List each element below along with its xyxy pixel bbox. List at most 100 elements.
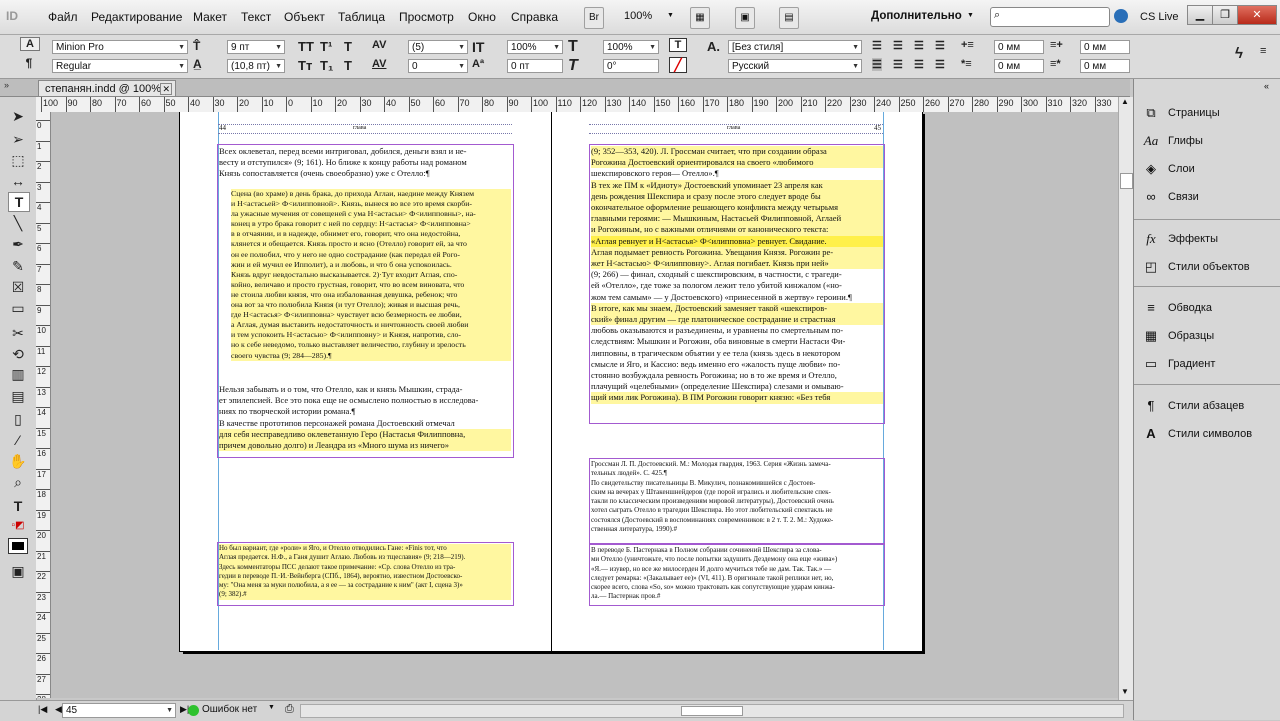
cs-live-label[interactable]: CS Live bbox=[1140, 11, 1179, 23]
panel-swatches[interactable]: ▦ Образцы bbox=[1140, 325, 1278, 347]
menu-edit[interactable]: Редактирование bbox=[91, 10, 182, 24]
panel-paragraph-styles[interactable]: ¶ Стили абзацев bbox=[1140, 395, 1278, 417]
vertical-scale-field[interactable]: 100% bbox=[507, 40, 563, 54]
pasteboard[interactable]: 44 глава глава 45 Всех оклеветал, перед … bbox=[51, 112, 1118, 698]
baseline-shift-field[interactable]: 0 пт bbox=[507, 59, 563, 73]
line-tool-icon[interactable]: ╲ bbox=[8, 214, 28, 232]
free-transform-tool-icon[interactable]: ⟲ bbox=[8, 345, 28, 363]
left-quote-block[interactable]: Сцена (во храме) в день брака, до приход… bbox=[231, 189, 511, 361]
underline-button[interactable]: T bbox=[344, 39, 352, 54]
note-tool-icon[interactable]: ▯ bbox=[8, 410, 28, 428]
align-right-icon[interactable]: ☰ bbox=[914, 39, 924, 52]
vertical-ruler[interactable]: 0 1 2 3 4 5 6 7 8 9 10 11 12 13 14 15 16 17 18 19 20 21 22 23 24… bbox=[36, 112, 51, 698]
view-options-icon[interactable]: ▦ bbox=[690, 7, 710, 29]
hand-tool-icon[interactable]: ✋ bbox=[8, 452, 28, 470]
zoom-dropdown-icon[interactable]: ▼ bbox=[667, 12, 674, 19]
subscript-button[interactable]: T₁ bbox=[320, 58, 333, 73]
preview-mode-icon[interactable]: ▣ bbox=[8, 562, 28, 580]
right-indent-field[interactable]: 0 мм bbox=[1080, 40, 1130, 54]
zoom-tool-icon[interactable]: ⌕ bbox=[8, 473, 28, 491]
last-line-indent-field[interactable]: 0 мм bbox=[1080, 59, 1130, 73]
panel-gradient[interactable]: ▭ Градиент bbox=[1140, 353, 1278, 375]
rectangle-tool-icon[interactable]: ▭ bbox=[8, 299, 28, 317]
panel-pages[interactable]: ⧉ Страницы bbox=[1140, 102, 1278, 124]
collapse-tools-icon[interactable]: » bbox=[4, 80, 9, 90]
first-line-indent-field[interactable]: 0 мм bbox=[994, 59, 1044, 73]
preflight-status-text[interactable]: Ошибок нет bbox=[202, 704, 257, 715]
fill-stroke-icon[interactable]: T bbox=[8, 497, 28, 515]
character-style-field[interactable]: [Без стиля] bbox=[728, 40, 862, 54]
type-tool-icon[interactable]: T bbox=[8, 192, 30, 212]
menu-file[interactable]: Файл bbox=[48, 10, 78, 24]
all-caps-button[interactable]: TT bbox=[298, 39, 314, 54]
menu-table[interactable]: Таблица bbox=[338, 10, 385, 24]
justify-center-icon[interactable]: ☰ bbox=[893, 58, 903, 71]
scroll-thumb[interactable] bbox=[1120, 173, 1133, 189]
minimize-button[interactable]: ▁ bbox=[1187, 5, 1213, 25]
cs-live-icon[interactable] bbox=[1114, 9, 1128, 23]
right-footnotes-1[interactable]: Гроссман Л. П. Достоевский. М.: Молодая … bbox=[591, 460, 883, 534]
font-style-field[interactable]: Regular bbox=[52, 59, 188, 73]
previous-page-icon[interactable]: ◀ bbox=[55, 704, 62, 715]
justify-all-left-icon[interactable]: ☰ bbox=[872, 58, 882, 71]
paragraph-mode-icon[interactable]: ¶ bbox=[20, 56, 38, 70]
justify-all-icon[interactable]: ☰ bbox=[914, 58, 924, 71]
open-page-icon[interactable]: ⎙ bbox=[285, 703, 294, 716]
horizontal-ruler[interactable]: 100 90 80 70 60 50 40 30 20 10 0 10 20 30 40 50 60 70 80 90… bbox=[36, 97, 1118, 113]
bridge-button[interactable]: Br bbox=[584, 7, 604, 29]
horizontal-scrollbar[interactable] bbox=[300, 704, 1124, 718]
menu-layout[interactable]: Макет bbox=[193, 10, 227, 24]
direct-selection-tool-icon[interactable]: ➢ bbox=[8, 130, 28, 148]
preflight-menu-icon[interactable]: ▼ bbox=[268, 704, 275, 711]
menu-window[interactable]: Окно bbox=[468, 10, 496, 24]
close-tab-icon[interactable]: ✕ bbox=[160, 83, 172, 95]
pencil-tool-icon[interactable]: ✎ bbox=[8, 257, 28, 275]
tracking-field[interactable]: 0 bbox=[408, 59, 468, 73]
panel-stroke[interactable]: ≡ Обводка bbox=[1140, 297, 1278, 319]
workspace-switcher[interactable]: Дополнительно bbox=[871, 10, 962, 22]
normal-view-icon[interactable] bbox=[8, 538, 28, 554]
expand-panels-icon[interactable]: « bbox=[1264, 81, 1269, 91]
panel-links[interactable]: ∞ Связи bbox=[1140, 186, 1278, 208]
align-left-icon[interactable]: ☰ bbox=[872, 39, 882, 52]
quick-apply-icon[interactable]: ϟ bbox=[1235, 45, 1243, 62]
small-caps-button[interactable]: Tт bbox=[298, 58, 312, 73]
leading-field[interactable]: (10,8 пт) bbox=[227, 59, 285, 73]
character-mode-icon[interactable]: A bbox=[20, 37, 40, 51]
horizontal-scale-field[interactable]: 100% bbox=[603, 40, 659, 54]
skew-field[interactable]: 0° bbox=[603, 59, 659, 73]
align-justify-left-icon[interactable]: ☰ bbox=[935, 39, 945, 52]
default-colors-icon[interactable]: ▫◩ bbox=[8, 517, 28, 535]
page-tool-icon[interactable]: ⬚ bbox=[8, 151, 28, 169]
panel-layers[interactable]: ◈ Слои bbox=[1140, 158, 1278, 180]
restore-button[interactable]: ❐ bbox=[1212, 5, 1238, 25]
menu-help[interactable]: Справка bbox=[511, 10, 558, 24]
arrange-documents-icon[interactable]: ▤ bbox=[779, 7, 799, 29]
panel-character-styles[interactable]: A Стили символов bbox=[1140, 423, 1278, 445]
language-field[interactable]: Русский bbox=[728, 59, 862, 73]
gradient-feather-tool-icon[interactable]: ▤ bbox=[8, 387, 28, 405]
zoom-level[interactable]: 100% bbox=[624, 10, 652, 22]
first-page-icon[interactable]: |◀ bbox=[38, 704, 47, 715]
gap-tool-icon[interactable]: ↔ bbox=[8, 172, 28, 190]
panel-effects[interactable]: fx Эффекты bbox=[1140, 228, 1278, 250]
right-body-text[interactable]: (9; 352—353, 420). Л. Гроссман считает, … bbox=[591, 146, 883, 404]
strikethrough-button[interactable]: T bbox=[344, 58, 352, 73]
left-body-text[interactable]: Всех оклеветал, перед всеми интриговал, … bbox=[219, 146, 511, 180]
menu-view[interactable]: Просмотр bbox=[399, 10, 454, 24]
menu-type[interactable]: Текст bbox=[241, 10, 271, 24]
gradient-swatch-tool-icon[interactable]: ▥ bbox=[8, 365, 28, 383]
document-tab[interactable]: степанян.indd @ 100% ✕ bbox=[38, 80, 176, 96]
selection-tool-icon[interactable]: ➤ bbox=[8, 107, 28, 125]
search-field[interactable]: ⌕ bbox=[990, 7, 1110, 27]
pen-tool-icon[interactable]: ✒ bbox=[8, 235, 28, 253]
horizontal-scroll-thumb[interactable] bbox=[681, 706, 743, 716]
menu-object[interactable]: Объект bbox=[284, 10, 325, 24]
left-body-text-2[interactable]: Нельзя забывать и о том, что Отелло, как… bbox=[219, 384, 511, 452]
scroll-up-icon[interactable]: ▲ bbox=[1121, 97, 1129, 106]
close-button[interactable]: ✕ bbox=[1237, 5, 1277, 25]
panel-menu-icon[interactable]: ≡ bbox=[1260, 45, 1266, 57]
scroll-down-icon[interactable]: ▼ bbox=[1121, 687, 1129, 696]
superscript-button[interactable]: T¹ bbox=[320, 39, 332, 54]
left-footnotes[interactable]: Но был вариант, где «роли» и Яго, и Отел… bbox=[219, 544, 511, 600]
